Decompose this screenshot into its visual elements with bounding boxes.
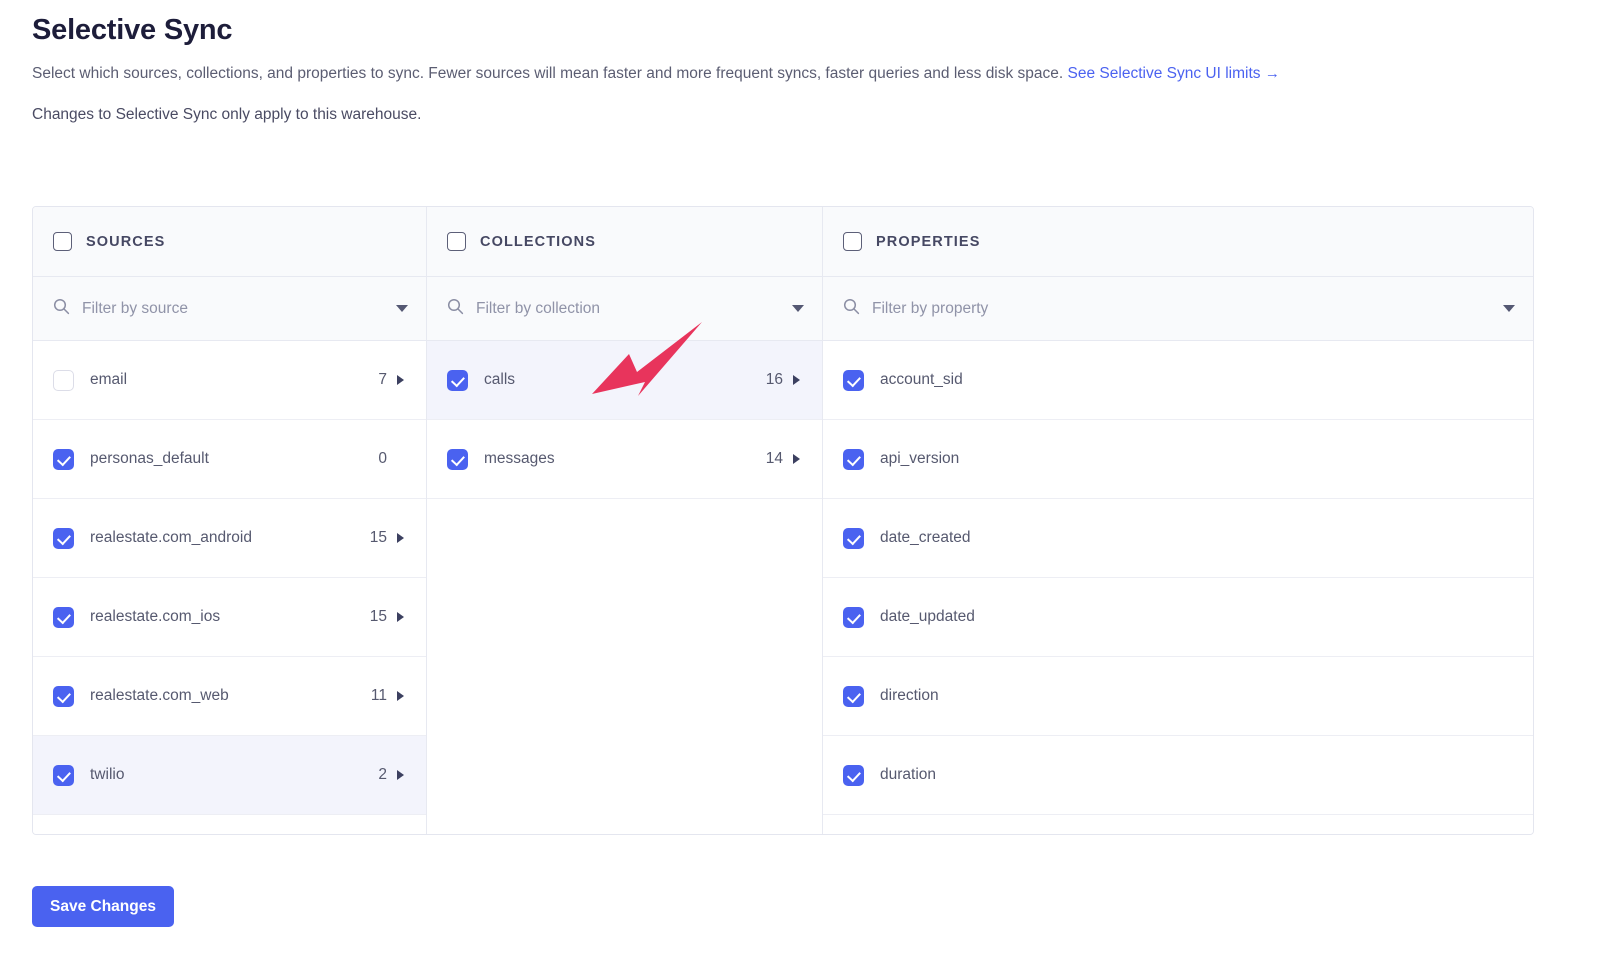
sources-row-checkbox[interactable] <box>53 764 74 786</box>
sources-row-count: 15 <box>369 608 387 625</box>
table-row[interactable]: email 7 <box>33 341 426 420</box>
properties-row-checkbox[interactable] <box>843 448 864 470</box>
sources-row-label: twilio <box>90 766 125 783</box>
sources-select-all-checkbox[interactable] <box>53 232 72 251</box>
sources-filter-input[interactable] <box>82 299 386 318</box>
collections-select-all-checkbox[interactable] <box>447 232 466 251</box>
link-label: See Selective Sync UI limits <box>1067 65 1261 82</box>
sources-row-label: personas_default <box>90 450 209 467</box>
sources-row-checkbox[interactable] <box>53 606 74 628</box>
collections-row-chevron-right-icon[interactable] <box>793 454 800 464</box>
collections-column-header: COLLECTIONS <box>427 207 822 277</box>
sources-row-checkbox[interactable] <box>53 527 74 549</box>
sources-row-chevron-right-icon[interactable] <box>397 375 404 385</box>
properties-row-label: account_sid <box>880 371 963 388</box>
collections-filter-chevron-down-icon[interactable] <box>792 305 804 312</box>
collections-row-label: calls <box>484 371 516 388</box>
page-description-line-1: Select which sources, collections, and p… <box>32 65 1280 83</box>
table-row[interactable]: realestate.com_web 11 <box>33 657 426 736</box>
save-changes-button[interactable]: Save Changes <box>32 886 174 927</box>
properties-filter-chevron-down-icon[interactable] <box>1503 305 1515 312</box>
sources-row-chevron-right-icon[interactable] <box>397 533 404 543</box>
properties-column: PROPERTIES account_sid api_version date_cr… <box>823 207 1533 834</box>
collections-row-list[interactable]: calls 16 messages 14 <box>427 341 822 834</box>
table-row[interactable]: duration <box>823 736 1533 815</box>
page-description-line-2: Changes to Selective Sync only apply to … <box>32 106 422 123</box>
arrow-right-icon: → <box>1264 65 1280 82</box>
properties-row-label: date_updated <box>880 608 975 625</box>
properties-row-label: duration <box>880 766 937 783</box>
page-title: Selective Sync <box>32 14 233 46</box>
collections-row-checkbox[interactable] <box>447 369 468 391</box>
sources-filter-row <box>33 277 426 341</box>
properties-row-label: direction <box>880 687 939 704</box>
selective-sync-ui-limits-link[interactable]: See Selective Sync UI limits → <box>1068 65 1280 82</box>
description-text: Select which sources, collections, and p… <box>32 65 1068 82</box>
table-row[interactable]: realestate.com_ios 15 <box>33 578 426 657</box>
properties-row-checkbox[interactable] <box>843 527 864 549</box>
properties-select-all-checkbox[interactable] <box>843 232 862 251</box>
sources-row-count: 7 <box>378 371 387 388</box>
collections-column-header-label: COLLECTIONS <box>480 233 597 250</box>
sources-column: SOURCES email 7 personas_default 0 realestat… <box>33 207 427 834</box>
selective-sync-table: SOURCES email 7 personas_default 0 realestat… <box>32 206 1534 835</box>
table-row[interactable]: twilio 2 <box>33 736 426 815</box>
properties-row-list[interactable]: account_sid api_version date_created date_u… <box>823 341 1533 834</box>
table-row[interactable]: personas_default 0 <box>33 420 426 499</box>
sources-row-chevron-right-icon[interactable] <box>397 612 404 622</box>
sources-row-label: realestate.com_ios <box>90 608 221 625</box>
selective-sync-page: Selective Sync Select which sources, col… <box>0 0 1600 962</box>
properties-column-header-label: PROPERTIES <box>876 233 981 250</box>
table-row[interactable]: date_created <box>823 499 1533 578</box>
properties-column-header: PROPERTIES <box>823 207 1533 277</box>
table-row[interactable]: date_updated <box>823 578 1533 657</box>
collections-filter-input[interactable] <box>476 299 782 318</box>
properties-filter-row <box>823 277 1533 341</box>
sources-filter-chevron-down-icon[interactable] <box>396 305 408 312</box>
sources-row-list[interactable]: email 7 personas_default 0 realestate.com_an… <box>33 341 426 834</box>
sources-row-checkbox[interactable] <box>53 369 74 391</box>
sources-row-checkbox[interactable] <box>53 685 74 707</box>
sources-row-checkbox[interactable] <box>53 448 74 470</box>
collections-row-checkbox[interactable] <box>447 448 468 470</box>
sources-row-label: realestate.com_android <box>90 529 252 546</box>
properties-row-label: api_version <box>880 450 960 467</box>
sources-row-count: 11 <box>370 687 387 704</box>
collections-row-chevron-right-icon[interactable] <box>793 375 800 385</box>
search-icon <box>447 298 464 320</box>
table-row[interactable]: calls 16 <box>427 341 822 420</box>
search-icon <box>53 298 70 320</box>
properties-row-checkbox[interactable] <box>843 606 864 628</box>
properties-row-checkbox[interactable] <box>843 685 864 707</box>
sources-row-count: 0 <box>378 450 387 467</box>
sources-row-chevron-right-icon[interactable] <box>397 770 404 780</box>
table-row[interactable]: direction <box>823 657 1533 736</box>
sources-row-label: email <box>90 371 128 388</box>
table-row[interactable]: messages 14 <box>427 420 822 499</box>
sources-row-chevron-right-icon[interactable] <box>397 691 404 701</box>
table-row[interactable]: account_sid <box>823 341 1533 420</box>
properties-row-label: date_created <box>880 529 971 546</box>
sources-column-header: SOURCES <box>33 207 426 277</box>
sources-row-label: realestate.com_web <box>90 687 229 704</box>
sources-row-count: 15 <box>369 529 387 546</box>
properties-row-checkbox[interactable] <box>843 764 864 786</box>
properties-row-checkbox[interactable] <box>843 369 864 391</box>
search-icon <box>843 298 860 320</box>
sources-column-header-label: SOURCES <box>86 233 166 250</box>
collections-row-label: messages <box>484 450 555 467</box>
collections-filter-row <box>427 277 822 341</box>
collections-column: COLLECTIONS calls 16 messages 14 <box>427 207 823 834</box>
table-row[interactable]: api_version <box>823 420 1533 499</box>
table-row[interactable]: realestate.com_android 15 <box>33 499 426 578</box>
collections-row-count: 16 <box>765 371 783 388</box>
sources-row-count: 2 <box>378 766 387 783</box>
collections-row-count: 14 <box>765 450 783 467</box>
properties-filter-input[interactable] <box>872 299 1493 318</box>
